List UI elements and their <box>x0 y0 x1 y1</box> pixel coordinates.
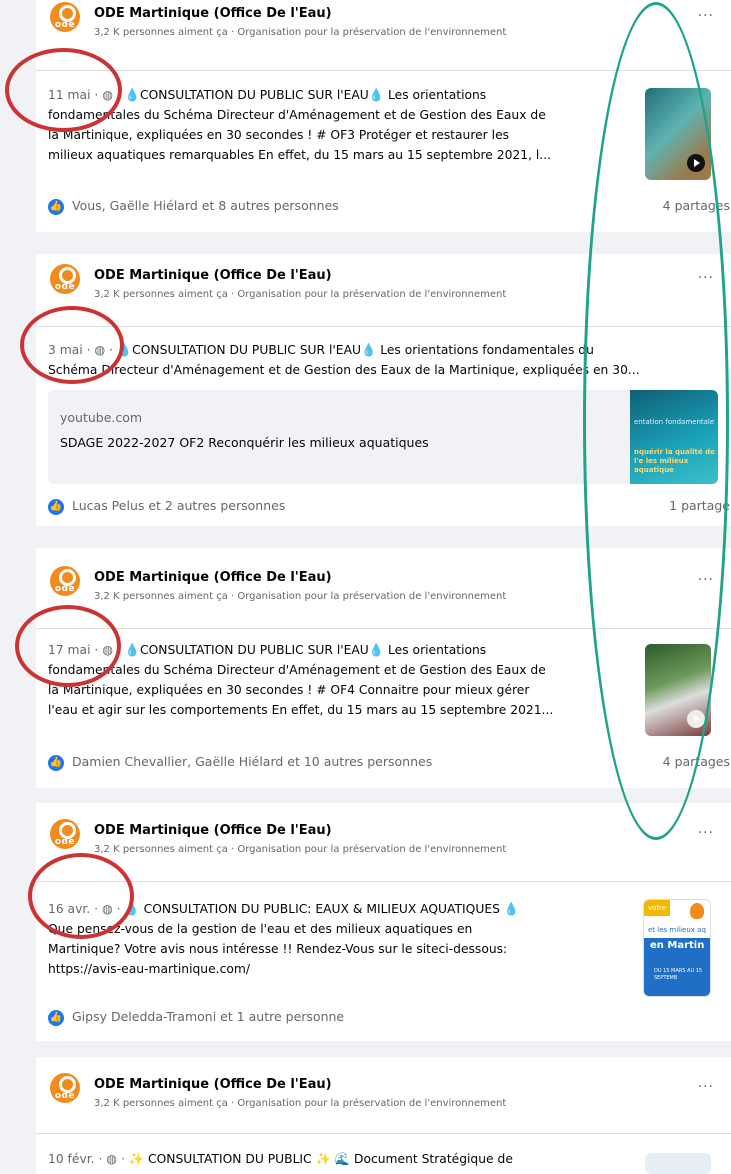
post-header: ode ODE Martinique (Office De l'Eau) 3,2… <box>48 817 718 877</box>
post-line: la Martinique, expliquées en 30 secondes… <box>48 128 510 142</box>
divider <box>36 1133 731 1134</box>
avatar-text: ode <box>54 20 76 30</box>
post-card: ode ODE Martinique (Office De l'Eau) 3,2… <box>36 1057 731 1174</box>
post-line: Schéma Directeur d'Aménagement et de Ges… <box>48 363 640 377</box>
thumb-caption: et les milieux aq <box>648 926 706 934</box>
more-options-icon[interactable]: ··· <box>698 825 714 841</box>
page-avatar[interactable]: ode <box>50 566 80 596</box>
like-icon: 👍 <box>48 199 64 215</box>
avatar-text: ode <box>54 282 76 292</box>
page-subtitle: 3,2 K personnes aiment ça · Organisation… <box>94 844 507 855</box>
thumb-caption: DU 15 MARS AU 15 SEPTEMB <box>654 968 703 981</box>
water-drop-icon <box>690 903 704 919</box>
post-text[interactable]: 11 mai · ◍ · 💧CONSULTATION DU PUBLIC SUR… <box>48 85 551 165</box>
post-line: milieux aquatiques remarquables En effet… <box>48 148 552 162</box>
post-header: ode ODE Martinique (Office De l'Eau) 3,2… <box>48 1071 718 1131</box>
like-icon: 👍 <box>48 499 64 515</box>
post-line: la Martinique, expliquées en 30 secondes… <box>48 683 530 697</box>
post-thumbnail[interactable] <box>645 1153 711 1174</box>
link-title: SDAGE 2022-2027 OF2 Reconquérir les mili… <box>60 435 429 450</box>
page-avatar[interactable]: ode <box>50 264 80 294</box>
post-text[interactable]: 10 févr. · ◍ · ✨ CONSULTATION DU PUBLIC … <box>48 1149 513 1169</box>
page-subtitle: 3,2 K personnes aiment ça · Organisation… <box>94 27 507 38</box>
post-line: fondamentales du Schéma Directeur d'Amén… <box>48 108 546 122</box>
date-highlight-circle <box>15 605 121 687</box>
post-line: 💧 CONSULTATION DU PUBLIC: EAUX & MILIEUX… <box>124 902 520 916</box>
shares-highlight-ellipse <box>583 2 729 840</box>
page-name[interactable]: ODE Martinique (Office De l'Eau) <box>94 6 332 21</box>
post-footer: 👍 Gipsy Deledda-Tramoni et 1 autre perso… <box>48 1008 718 1028</box>
page-name[interactable]: ODE Martinique (Office De l'Eau) <box>94 823 332 838</box>
divider <box>36 881 731 882</box>
page-name[interactable]: ODE Martinique (Office De l'Eau) <box>94 1077 332 1092</box>
like-icon: 👍 <box>48 755 64 771</box>
date-highlight-circle <box>28 853 134 939</box>
post-date[interactable]: 10 févr. <box>48 1152 95 1166</box>
date-highlight-circle <box>5 48 122 132</box>
post-text[interactable]: 3 mai · ◍ · 💧CONSULTATION DU PUBLIC SUR … <box>48 340 640 380</box>
post-line: https://avis-eau-martinique.com/ <box>48 962 250 976</box>
page-subtitle: 3,2 K personnes aiment ça · Organisation… <box>94 591 507 602</box>
page-avatar[interactable]: ode <box>50 1073 80 1103</box>
post-line: fondamentales du Schéma Directeur d'Amén… <box>48 663 546 677</box>
post-header: ode ODE Martinique (Office De l'Eau) 3,2… <box>48 0 718 60</box>
post-line: l'eau et agir sur les comportements En e… <box>48 703 554 717</box>
link-domain: youtube.com <box>60 410 143 425</box>
reactions-text[interactable]: Gipsy Deledda-Tramoni et 1 autre personn… <box>72 1009 344 1024</box>
campaign-thumbnail[interactable]: votre et les milieux aq en Martin DU 15 … <box>643 899 711 997</box>
more-options-icon[interactable]: ··· <box>698 8 714 24</box>
post-line: ✨ CONSULTATION DU PUBLIC ✨ 🌊 Document St… <box>128 1152 513 1166</box>
avatar-text: ode <box>54 584 76 594</box>
post-text[interactable]: 17 mai · ◍ · 💧CONSULTATION DU PUBLIC SUR… <box>48 640 553 720</box>
page-subtitle: 3,2 K personnes aiment ça · Organisation… <box>94 1098 507 1109</box>
post-card: ode ODE Martinique (Office De l'Eau) 3,2… <box>36 803 731 1041</box>
page-avatar[interactable]: ode <box>50 819 80 849</box>
thumb-caption: en Martin <box>650 940 705 951</box>
page-avatar[interactable]: ode <box>50 2 80 32</box>
post-line: 💧CONSULTATION DU PUBLIC SUR l'EAU💧 Les o… <box>116 343 594 357</box>
page-name[interactable]: ODE Martinique (Office De l'Eau) <box>94 570 332 585</box>
reactions-text[interactable]: Damien Chevallier, Gaëlle Hiélard et 10 … <box>72 754 432 769</box>
reactions-text[interactable]: Vous, Gaëlle Hiélard et 8 autres personn… <box>72 198 339 213</box>
page-subtitle: 3,2 K personnes aiment ça · Organisation… <box>94 289 507 300</box>
post-line: 💧CONSULTATION DU PUBLIC SUR l'EAU💧 Les o… <box>124 643 487 657</box>
reactions-text[interactable]: Lucas Pelus et 2 autres personnes <box>72 498 285 513</box>
post-line: Martinique? Votre avis nous intéresse !!… <box>48 942 508 956</box>
like-icon: 👍 <box>48 1010 64 1026</box>
post-line: 💧CONSULTATION DU PUBLIC SUR l'EAU💧 Les o… <box>124 88 487 102</box>
privacy-globe-icon: · ◍ · <box>94 1152 129 1166</box>
date-highlight-circle <box>20 306 124 384</box>
more-options-icon[interactable]: ··· <box>698 1079 714 1095</box>
avatar-text: ode <box>54 1091 76 1101</box>
avatar-text: ode <box>54 837 76 847</box>
page-name[interactable]: ODE Martinique (Office De l'Eau) <box>94 268 332 283</box>
thumb-caption: votre <box>644 900 670 916</box>
